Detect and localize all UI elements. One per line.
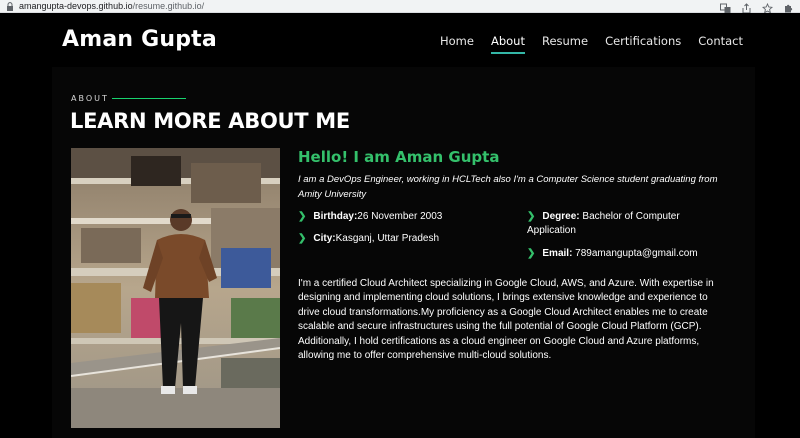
- fact-email: ❯ Email: 789amangupta@gmail.com: [527, 247, 698, 261]
- chevron-right-icon: ❯: [527, 248, 536, 259]
- extensions-icon[interactable]: [783, 1, 794, 13]
- chevron-right-icon: ❯: [298, 233, 307, 244]
- url-path: /resume.github.io/: [132, 1, 205, 11]
- email-value[interactable]: 789amangupta@gmail.com: [572, 248, 697, 259]
- birthday-value: 26 November 2003: [357, 211, 443, 222]
- section-label: ABOUT: [71, 94, 109, 103]
- url-text[interactable]: amangupta-devops.github.io/resume.github…: [19, 0, 204, 12]
- section-title: LEARN MORE ABOUT ME: [70, 109, 350, 133]
- degree-label: Degree:: [542, 211, 580, 222]
- birthday-label: Birthday:: [313, 211, 358, 222]
- chevron-right-icon: ❯: [298, 211, 307, 222]
- intro-text: I am a DevOps Engineer, working in HCLTe…: [298, 174, 718, 200]
- translate-icon[interactable]: [720, 1, 731, 13]
- city-value: Kasganj, Uttar Pradesh: [335, 233, 440, 244]
- site-logo[interactable]: Aman Gupta: [62, 27, 217, 52]
- profile-photo: [71, 148, 280, 428]
- nav-about[interactable]: About: [490, 34, 525, 54]
- section-divider: [112, 98, 186, 99]
- fact-city: ❯ City:Kasganj, Uttar Pradesh: [298, 232, 439, 246]
- nav-home[interactable]: Home: [440, 34, 474, 48]
- nav-contact[interactable]: Contact: [698, 34, 743, 48]
- share-icon[interactable]: [741, 1, 752, 14]
- browser-address-bar[interactable]: amangupta-devops.github.io/resume.github…: [0, 0, 800, 14]
- fact-birthday: ❯ Birthday:26 November 2003: [298, 210, 442, 224]
- fact-degree: ❯ Degree: Bachelor of Computer Applicatio…: [527, 210, 727, 238]
- nav-resume[interactable]: Resume: [542, 34, 588, 48]
- hello-heading: Hello! I am Aman Gupta: [298, 148, 500, 166]
- url-host: amangupta-devops.github.io: [19, 1, 133, 11]
- bio-paragraph: I'm a certified Cloud Architect speciali…: [298, 278, 714, 362]
- chevron-right-icon: ❯: [527, 211, 536, 222]
- site-header: Aman Gupta Home About Resume Certificati…: [0, 13, 800, 67]
- about-section: ABOUT LEARN MORE ABOUT ME Hello! I am Am…: [52, 67, 755, 438]
- nav-certifications[interactable]: Certifications: [605, 34, 681, 48]
- email-label: Email:: [542, 248, 573, 259]
- city-label: City:: [313, 233, 336, 244]
- lock-icon[interactable]: [6, 2, 14, 11]
- main-nav: Home About Resume Certifications Contact: [440, 34, 743, 54]
- star-icon[interactable]: [761, 1, 774, 14]
